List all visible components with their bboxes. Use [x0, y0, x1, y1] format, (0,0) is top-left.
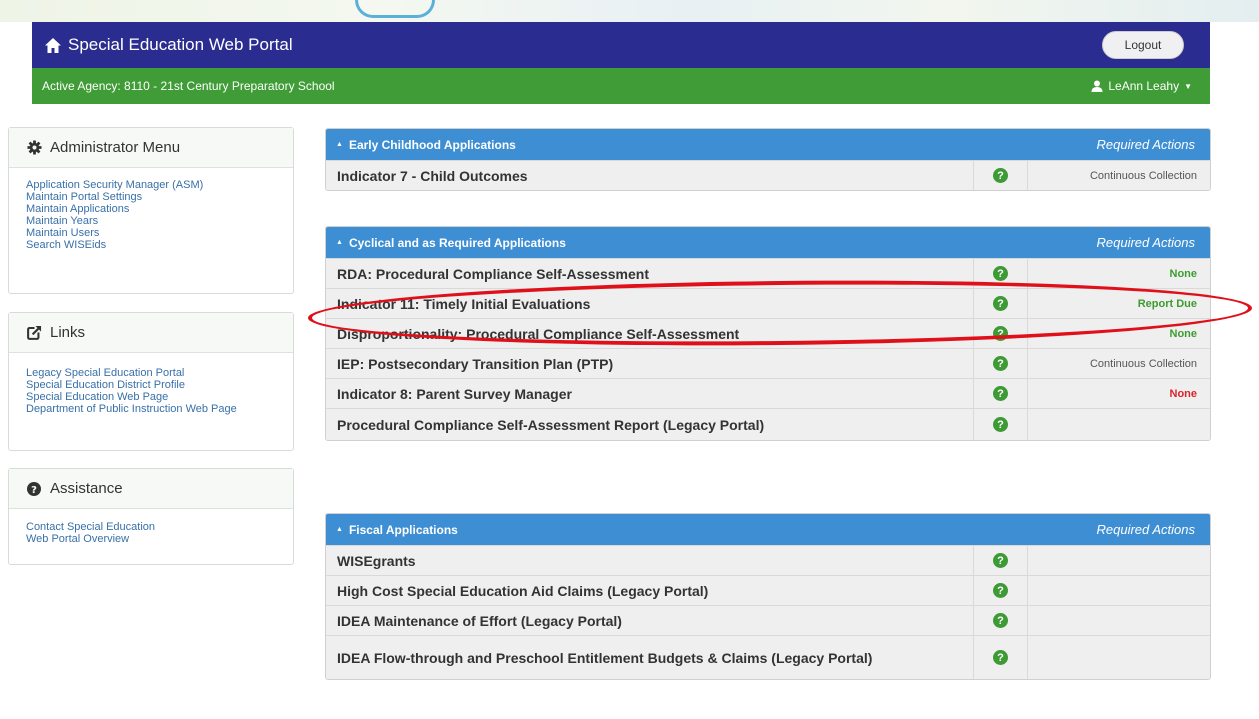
link-legacy-portal[interactable]: Legacy Special Education Portal [26, 367, 276, 379]
admin-link-search-wiseids[interactable]: Search WISEids [26, 239, 276, 251]
application-link[interactable]: Indicator 11: Timely Initial Evaluations [326, 289, 974, 318]
app-title[interactable]: Special Education Web Portal [68, 35, 293, 55]
panel-title: Early Childhood Applications [348, 137, 516, 152]
assistance-header: ? Assistance [9, 469, 293, 509]
application-link[interactable]: IDEA Flow-through and Preschool Entitlem… [326, 636, 974, 679]
top-navbar: Special Education Web Portal Logout [32, 22, 1210, 68]
panel-title: Cyclical and as Required Applications [348, 235, 566, 250]
required-actions-label: Required Actions [1096, 235, 1195, 250]
help-icon[interactable]: ? [993, 168, 1008, 183]
help-icon[interactable]: ? [993, 613, 1008, 628]
chevron-down-icon: ▼ [1184, 81, 1192, 91]
table-row: Disproportionality: Procedural Complianc… [326, 318, 1210, 348]
early-childhood-panel: ▲ Early Childhood Applications Required … [325, 128, 1211, 191]
fiscal-applications-panel: ▲ Fiscal Applications Required Actions W… [325, 513, 1211, 680]
table-row: IEP: Postsecondary Transition Plan (PTP)… [326, 348, 1210, 378]
panel-header[interactable]: ▲ Fiscal Applications Required Actions [326, 514, 1210, 545]
assistance-title: Assistance [50, 480, 123, 497]
application-link[interactable]: IEP: Postsecondary Transition Plan (PTP) [326, 349, 974, 378]
admin-menu-title: Administrator Menu [50, 139, 181, 156]
required-action-status: Continuous Collection [1089, 169, 1197, 182]
table-row: IDEA Maintenance of Effort (Legacy Porta… [326, 605, 1210, 635]
caret-up-icon: ▲ [336, 526, 343, 533]
table-row: Procedural Compliance Self-Assessment Re… [326, 408, 1210, 440]
caret-up-icon: ▲ [336, 239, 343, 246]
required-action-status: Report Due [1137, 297, 1197, 310]
user-menu[interactable]: LeAnn Leahy ▼ [1091, 79, 1192, 93]
links-header: Links [9, 313, 293, 353]
active-agency-label: Active Agency: 8110 - 21st Century Prepa… [42, 79, 335, 93]
help-icon[interactable]: ? [993, 386, 1008, 401]
application-link[interactable]: High Cost Special Education Aid Claims (… [326, 576, 974, 605]
help-icon[interactable]: ? [993, 296, 1008, 311]
links-panel: Links Legacy Special Education Portal Sp… [8, 312, 294, 451]
help-icon[interactable]: ? [993, 266, 1008, 281]
question-circle-icon: ? [26, 481, 42, 497]
link-sped-web-page[interactable]: Special Education Web Page [26, 391, 276, 403]
required-action-status [1028, 546, 1210, 575]
caret-up-icon: ▲ [336, 141, 343, 148]
gear-icon [26, 140, 42, 156]
admin-link-years[interactable]: Maintain Years [26, 215, 276, 227]
assistance-panel: ? Assistance Contact Special Education W… [8, 468, 294, 565]
banner-globe-graphic [355, 0, 435, 18]
user-icon [1091, 80, 1103, 92]
table-row: Indicator 8: Parent Survey Manager ? Non… [326, 378, 1210, 408]
required-action-status [1028, 576, 1210, 605]
admin-link-asm[interactable]: Application Security Manager (ASM) [26, 179, 276, 191]
links-title: Links [50, 324, 86, 341]
application-link[interactable]: Indicator 7 - Child Outcomes [326, 161, 974, 190]
link-contact-special-education[interactable]: Contact Special Education [26, 521, 276, 533]
table-row: WISEgrants ? [326, 545, 1210, 575]
required-actions-label: Required Actions [1096, 137, 1195, 152]
required-action-status [1028, 409, 1210, 440]
help-icon[interactable]: ? [993, 356, 1008, 371]
application-link[interactable]: RDA: Procedural Compliance Self-Assessme… [326, 259, 974, 288]
application-link[interactable]: WISEgrants [326, 546, 974, 575]
help-icon[interactable]: ? [993, 417, 1008, 432]
application-link[interactable]: Procedural Compliance Self-Assessment Re… [326, 409, 974, 440]
panel-title: Fiscal Applications [348, 522, 458, 537]
help-icon[interactable]: ? [993, 650, 1008, 665]
logout-button[interactable]: Logout [1102, 31, 1184, 59]
admin-link-applications[interactable]: Maintain Applications [26, 203, 276, 215]
application-link[interactable]: Disproportionality: Procedural Complianc… [326, 319, 974, 348]
admin-link-portal-settings[interactable]: Maintain Portal Settings [26, 191, 276, 203]
admin-menu-header: Administrator Menu [9, 128, 293, 168]
admin-link-users[interactable]: Maintain Users [26, 227, 276, 239]
top-banner-image [0, 0, 1259, 22]
required-action-status: None [1169, 267, 1198, 280]
table-row: Indicator 11: Timely Initial Evaluations… [326, 288, 1210, 318]
required-action-status: None [1169, 387, 1198, 400]
required-actions-label: Required Actions [1096, 522, 1195, 537]
user-name: LeAnn Leahy [1108, 79, 1180, 93]
link-web-portal-overview[interactable]: Web Portal Overview [26, 533, 276, 545]
admin-menu-panel: Administrator Menu Application Security … [8, 127, 294, 294]
help-icon[interactable]: ? [993, 553, 1008, 568]
svg-text:?: ? [31, 485, 37, 496]
table-row: Indicator 7 - Child Outcomes ? Continuou… [326, 160, 1210, 190]
panel-header[interactable]: ▲ Early Childhood Applications Required … [326, 129, 1210, 160]
required-action-status [1028, 606, 1210, 635]
help-icon[interactable]: ? [993, 326, 1008, 341]
help-icon[interactable]: ? [993, 583, 1008, 598]
application-link[interactable]: IDEA Maintenance of Effort (Legacy Porta… [326, 606, 974, 635]
link-district-profile[interactable]: Special Education District Profile [26, 379, 276, 391]
table-row: High Cost Special Education Aid Claims (… [326, 575, 1210, 605]
table-row: IDEA Flow-through and Preschool Entitlem… [326, 635, 1210, 679]
required-action-status [1028, 636, 1210, 679]
required-action-status: None [1169, 327, 1198, 340]
table-row: RDA: Procedural Compliance Self-Assessme… [326, 258, 1210, 288]
panel-header[interactable]: ▲ Cyclical and as Required Applications … [326, 227, 1210, 258]
home-icon[interactable] [40, 33, 66, 57]
link-dpi-web-page[interactable]: Department of Public Instruction Web Pag… [26, 403, 276, 415]
application-link[interactable]: Indicator 8: Parent Survey Manager [326, 379, 974, 408]
external-link-icon [26, 325, 42, 341]
cyclical-applications-panel: ▲ Cyclical and as Required Applications … [325, 226, 1211, 441]
required-action-status: Continuous Collection [1089, 357, 1197, 370]
agency-bar: Active Agency: 8110 - 21st Century Prepa… [32, 68, 1210, 104]
